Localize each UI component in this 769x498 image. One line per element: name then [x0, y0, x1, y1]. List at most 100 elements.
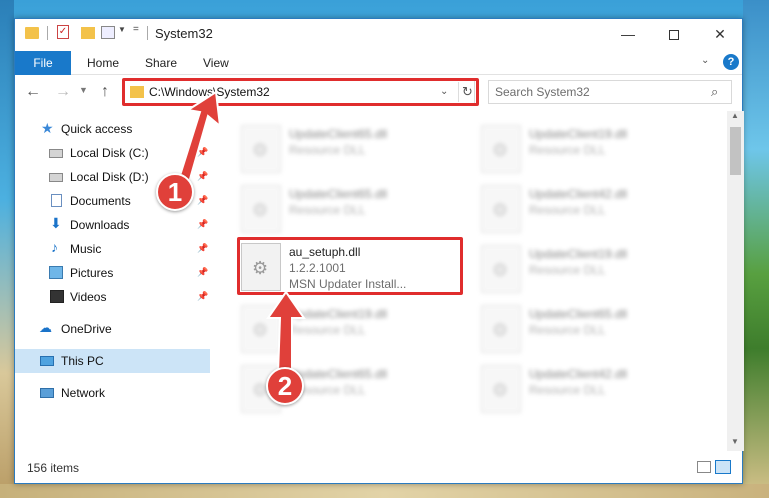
file-type: Resource DLL	[529, 383, 606, 397]
documents-icon	[51, 194, 62, 207]
status-bar: 156 items	[15, 451, 742, 483]
file-tile[interactable]: UpdateClient65.dll Resource DLL	[241, 181, 471, 239]
file-name: UpdateClient19.dll	[529, 247, 628, 261]
sidebar-item-local-disk-c[interactable]: Local Disk (C:) 📌	[15, 141, 210, 165]
cloud-icon: ☁	[39, 320, 52, 335]
window-title: System32	[155, 26, 213, 41]
customize-toolbar-icon[interactable]: =	[133, 24, 139, 35]
scroll-down-icon[interactable]: ▼	[731, 437, 739, 446]
file-name: UpdateClient42.dll	[529, 187, 628, 201]
sidebar-item-downloads[interactable]: ⬇ Downloads 📌	[15, 213, 210, 237]
file-tile[interactable]: UpdateClient65.dll Resource DLL	[481, 301, 711, 359]
pin-icon[interactable]: 📌	[197, 195, 208, 206]
sidebar-item-network[interactable]: Network	[15, 381, 210, 405]
pictures-icon	[49, 266, 63, 279]
music-icon: ♪	[51, 239, 58, 255]
file-highlight-box	[237, 237, 463, 295]
dll-file-icon	[241, 305, 281, 353]
file-tile[interactable]: UpdateClient65.dll Resource DLL	[241, 121, 471, 179]
file-tile[interactable]: UpdateClient19.dll Resource DLL	[241, 301, 471, 359]
sidebar-item-label: OneDrive	[61, 322, 112, 336]
dll-file-icon	[481, 305, 521, 353]
file-tile[interactable]: UpdateClient42.dll Resource DLL	[481, 181, 711, 239]
file-explorer-window: ✓ ▼ = System32 — ✕ File Home Share View …	[14, 18, 744, 484]
tab-view[interactable]: View	[203, 51, 229, 75]
file-type: Resource DLL	[529, 263, 606, 277]
file-type: Resource DLL	[529, 203, 606, 217]
scroll-thumb[interactable]	[730, 127, 741, 175]
up-button[interactable]: ↑	[101, 83, 109, 101]
videos-icon	[50, 290, 64, 303]
search-icon[interactable]: ⌕	[711, 84, 718, 100]
desktop-background-left	[0, 0, 14, 498]
recent-locations-icon[interactable]: ▼	[79, 85, 88, 95]
properties-check-icon[interactable]: ✓	[57, 25, 69, 39]
pin-icon[interactable]: 📌	[197, 147, 208, 158]
details-view-icon[interactable]	[697, 461, 711, 473]
vertical-scrollbar[interactable]: ▲ ▼	[727, 111, 744, 451]
pin-icon[interactable]: 📌	[197, 267, 208, 278]
sidebar-item-label: Quick access	[61, 122, 133, 136]
sidebar-item-label: Videos	[70, 290, 107, 304]
sidebar-item-videos[interactable]: Videos 📌	[15, 285, 210, 309]
new-folder-icon[interactable]	[81, 27, 95, 39]
dll-file-icon	[481, 185, 521, 233]
expand-ribbon-icon[interactable]: ⌄	[701, 55, 709, 66]
folder-icon[interactable]	[25, 27, 39, 39]
file-type: Resource DLL	[289, 143, 366, 157]
search-input[interactable]	[495, 84, 705, 100]
back-button[interactable]: ←	[25, 83, 41, 101]
file-name: UpdateClient19.dll	[289, 307, 388, 321]
tab-home[interactable]: Home	[87, 51, 119, 75]
file-name: UpdateClient65.dll	[289, 127, 388, 141]
maximize-icon	[669, 30, 679, 41]
sidebar-item-label: Downloads	[70, 218, 130, 232]
pin-icon[interactable]: 📌	[197, 171, 208, 182]
tab-share[interactable]: Share	[145, 51, 177, 75]
chevron-down-icon[interactable]: ▼	[118, 25, 126, 34]
file-tile[interactable]: UpdateClient42.dll Resource DLL	[481, 361, 711, 419]
maximize-button[interactable]	[651, 19, 697, 49]
disk-icon	[49, 173, 63, 182]
tab-file[interactable]: File	[15, 51, 71, 75]
sidebar-item-this-pc[interactable]: This PC	[15, 349, 210, 373]
navigation-pane: ★ Quick access Local Disk (C:) 📌 Local D…	[15, 111, 215, 451]
ribbon-tabs: File Home Share View ⌄ ?	[15, 51, 742, 75]
sidebar-item-onedrive[interactable]: ☁ OneDrive	[15, 317, 210, 341]
sidebar-item-label: Documents	[70, 194, 131, 208]
file-type: Resource DLL	[289, 323, 366, 337]
pin-icon[interactable]: 📌	[197, 291, 208, 302]
sidebar-item-label: Local Disk (C:)	[70, 146, 149, 160]
scroll-up-icon[interactable]: ▲	[731, 111, 739, 120]
close-button[interactable]: ✕	[697, 19, 743, 49]
file-type: Resource DLL	[529, 143, 606, 157]
dll-file-icon	[481, 245, 521, 293]
pin-icon[interactable]: 📌	[197, 219, 208, 230]
pin-icon[interactable]: 📌	[197, 243, 208, 254]
sidebar-item-pictures[interactable]: Pictures 📌	[15, 261, 210, 285]
address-highlight-box	[122, 78, 479, 106]
properties-icon[interactable]	[101, 26, 115, 39]
step-2-badge: 2	[266, 367, 304, 405]
tiles-view-icon[interactable]	[715, 460, 731, 474]
file-type: Resource DLL	[289, 203, 366, 217]
title-bar: ✓ ▼ = System32 — ✕	[15, 19, 742, 51]
search-box[interactable]: ⌕	[488, 80, 732, 104]
forward-button[interactable]: →	[55, 83, 71, 101]
file-name: UpdateClient65.dll	[289, 367, 388, 381]
help-icon[interactable]: ?	[723, 54, 739, 70]
sidebar-item-music[interactable]: ♪ Music 📌	[15, 237, 210, 261]
dll-file-icon	[241, 185, 281, 233]
sidebar-item-label: Pictures	[70, 266, 114, 280]
file-tile[interactable]: UpdateClient19.dll Resource DLL	[481, 241, 711, 299]
disk-icon	[49, 149, 63, 158]
sidebar-item-label: Network	[61, 386, 106, 400]
file-tile[interactable]: UpdateClient19.dll Resource DLL	[481, 121, 711, 179]
sidebar-item-quick-access[interactable]: ★ Quick access	[15, 117, 210, 141]
minimize-button[interactable]: —	[605, 19, 651, 49]
dll-file-icon	[241, 125, 281, 173]
sidebar-item-label: Music	[70, 242, 102, 256]
file-type: Resource DLL	[529, 323, 606, 337]
file-name: UpdateClient65.dll	[289, 187, 388, 201]
sidebar-item-label: Local Disk (D:)	[70, 170, 149, 184]
